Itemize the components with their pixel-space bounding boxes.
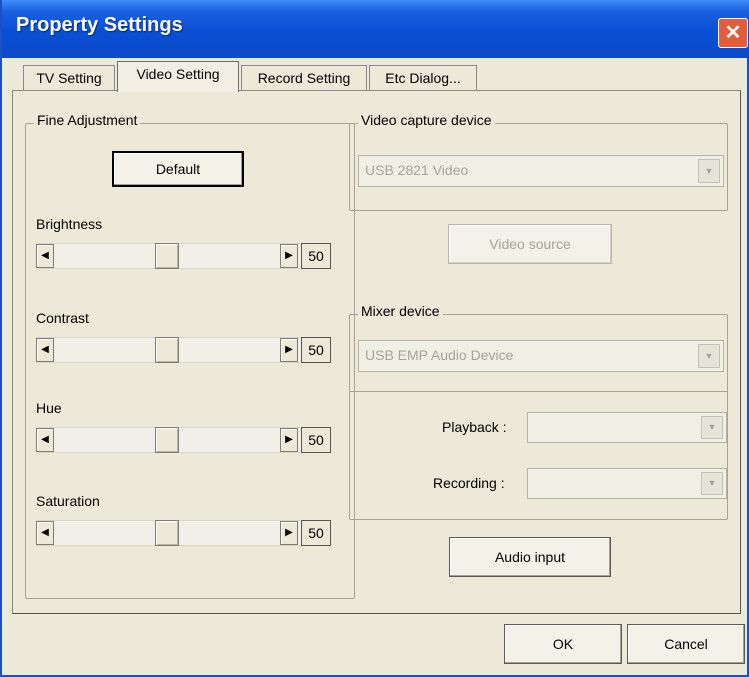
brightness-label: Brightness [36,216,103,232]
audio-input-label: Audio input [494,549,566,565]
left-arrow-icon[interactable]: ◀ [36,428,54,452]
contrast-slider-thumb[interactable] [155,337,179,363]
cancel-button[interactable]: Cancel [627,624,745,664]
hue-slider-thumb[interactable] [155,427,179,453]
tab-tv-setting[interactable]: TV Setting [23,65,115,91]
window-title: Property Settings [16,14,183,36]
mixer-device-group: Mixer device USB EMP Audio Device ▼ Play… [349,303,728,520]
tab-label: Video Setting [136,66,220,82]
hue-slider-row: Hue ◀ ▶ 50 [26,400,356,460]
fine-adjustment-legend: Fine Adjustment [34,112,141,128]
dialog-window: Property Settings ✕ TV Setting Video Set… [0,0,749,677]
saturation-slider-thumb[interactable] [155,520,179,546]
brightness-value: 50 [301,243,331,269]
left-arrow-icon[interactable]: ◀ [36,521,54,545]
contrast-value: 50 [301,337,331,363]
brightness-slider-thumb[interactable] [155,243,179,269]
ok-button[interactable]: OK [504,624,622,664]
left-arrow-icon[interactable]: ◀ [36,244,54,268]
tab-label: Etc Dialog... [385,70,461,86]
fine-adjustment-group: Fine Adjustment Default Brightness ◀ ▶ 50 … [25,112,356,599]
chevron-down-icon[interactable]: ▼ [698,159,720,183]
recording-select[interactable]: ▼ [527,468,727,499]
saturation-label: Saturation [36,493,100,509]
right-arrow-icon[interactable]: ▶ [280,521,298,545]
right-arrow-icon[interactable]: ▶ [280,428,298,452]
video-capture-legend: Video capture device [358,112,495,128]
tab-label: TV Setting [36,70,102,86]
default-button-label: Default [155,161,201,177]
tab-panel-video-setting: Fine Adjustment Default Brightness ◀ ▶ 50 … [12,90,741,614]
video-capture-device-value: USB 2821 Video [365,162,469,178]
tab-label: Record Setting [257,70,351,86]
playback-select[interactable]: ▼ [527,412,727,443]
playback-label: Playback : [442,419,507,435]
hue-label: Hue [36,400,62,416]
mixer-divider [350,391,727,392]
right-arrow-icon[interactable]: ▶ [280,338,298,362]
video-capture-device-group: Video capture device USB 2821 Video ▼ [349,112,728,211]
video-source-label: Video source [489,236,571,252]
recording-label: Recording : [433,475,505,491]
video-capture-device-select[interactable]: USB 2821 Video ▼ [358,155,724,187]
right-arrow-icon[interactable]: ▶ [280,244,298,268]
tab-record-setting[interactable]: Record Setting [241,65,367,91]
tab-video-setting[interactable]: Video Setting [117,61,239,92]
chevron-down-icon[interactable]: ▼ [698,344,720,368]
close-button[interactable]: ✕ [718,18,748,48]
mixer-device-value: USB EMP Audio Device [365,347,514,363]
left-arrow-icon[interactable]: ◀ [36,338,54,362]
brightness-slider-row: Brightness ◀ ▶ 50 [26,216,356,276]
hue-value: 50 [301,427,331,453]
mixer-device-legend: Mixer device [358,303,443,319]
title-bar[interactable]: Property Settings ✕ [2,0,749,58]
mixer-device-select[interactable]: USB EMP Audio Device ▼ [358,340,724,372]
video-source-button[interactable]: Video source [448,224,612,264]
cancel-label: Cancel [664,636,708,652]
tab-etc-dialog[interactable]: Etc Dialog... [369,65,477,91]
chevron-down-icon[interactable]: ▼ [701,416,723,439]
saturation-slider-row: Saturation ◀ ▶ 50 [26,493,356,553]
close-icon: ✕ [724,22,742,44]
contrast-label: Contrast [36,310,89,326]
ok-label: OK [552,636,574,652]
contrast-slider-row: Contrast ◀ ▶ 50 [26,310,356,370]
audio-input-button[interactable]: Audio input [449,537,611,577]
default-button[interactable]: Default [112,151,244,187]
chevron-down-icon[interactable]: ▼ [701,472,723,495]
saturation-value: 50 [301,520,331,546]
